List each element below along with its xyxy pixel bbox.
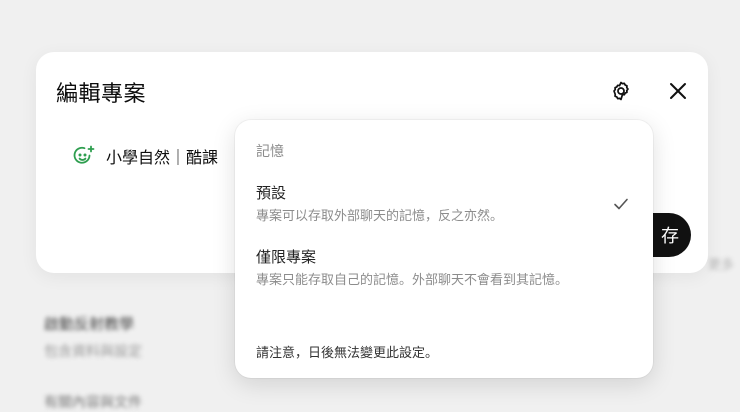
checkmark-icon <box>614 198 628 210</box>
menu-header: 記憶 <box>256 144 284 160</box>
gear-icon <box>613 81 629 101</box>
option-description: 專案可以存取外部聊天的記憶，反之亦然。 <box>256 209 504 224</box>
close-button[interactable] <box>663 76 693 106</box>
background-item-title: 啟動反射教學 <box>44 315 135 333</box>
option-title: 僅限專案 <box>256 248 317 266</box>
background-right-text: 更多 <box>708 258 735 273</box>
memory-option-project-only[interactable]: 僅限專案 專案只能存取自己的記憶。外部聊天不會看到其記憶。 <box>235 246 653 312</box>
option-title: 預設 <box>256 184 287 202</box>
option-description: 專案只能存取自己的記憶。外部聊天不會看到其記憶。 <box>256 273 569 288</box>
background-item-subtitle: 包含資料與設定 <box>44 344 142 360</box>
settings-button[interactable] <box>606 76 636 106</box>
background-bottom-line: 有關內容與文件 <box>44 395 142 411</box>
close-icon <box>670 83 686 99</box>
smiley-sparkle-icon <box>73 145 95 164</box>
menu-note: 請注意，日後無法變更此設定。 <box>256 346 439 361</box>
memory-option-default[interactable]: 預設 專案可以存取外部聊天的記憶，反之亦然。 <box>235 182 653 232</box>
project-name-field[interactable]: 小學自然｜酷課 <box>72 144 218 168</box>
dialog-title: 編輯專案 <box>56 82 147 107</box>
memory-settings-menu: 記憶 預設 專案可以存取外部聊天的記憶，反之亦然。 僅限專案 專案只能存取自己的… <box>235 120 653 378</box>
project-name-text: 小學自然｜酷課 <box>106 148 219 167</box>
